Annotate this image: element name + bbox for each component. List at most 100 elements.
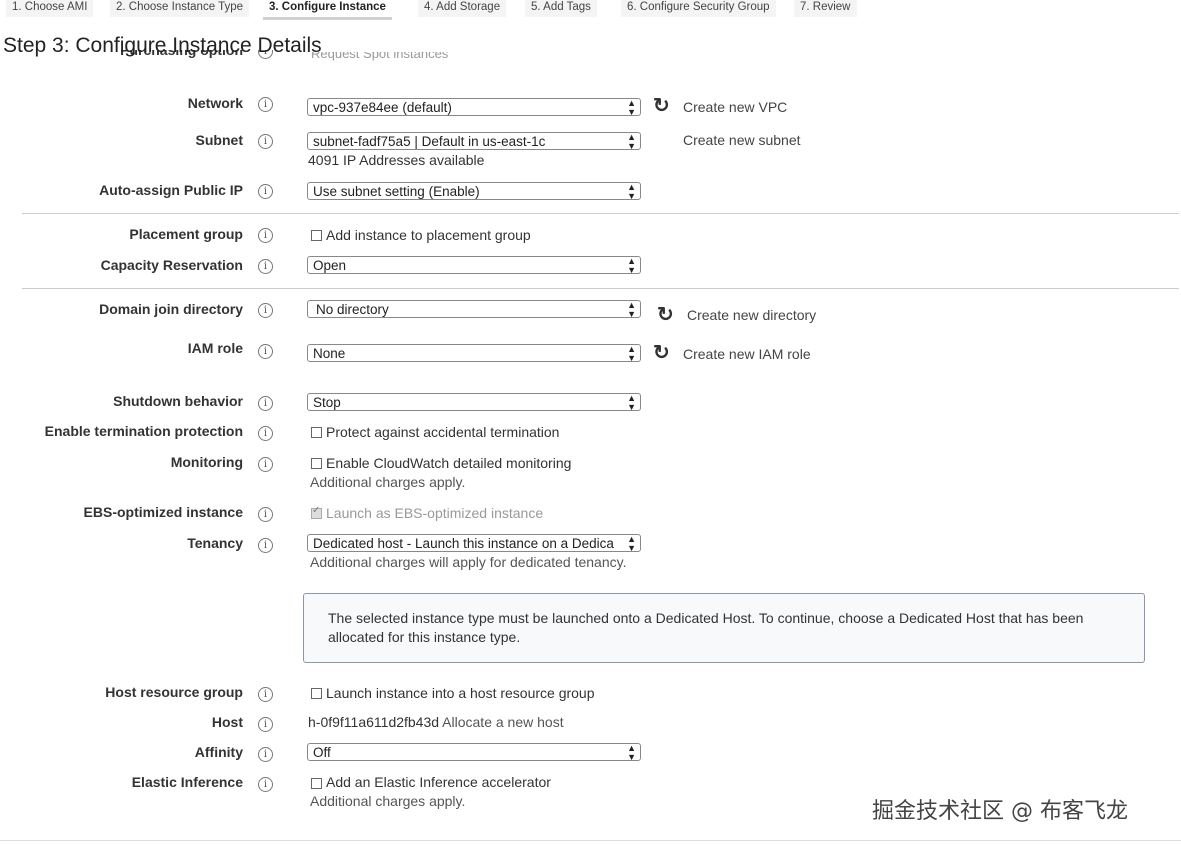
watermark: 掘金技术社区 @ 布客飞龙 bbox=[872, 799, 1128, 824]
info-icon[interactable]: i bbox=[258, 134, 273, 149]
elastic-inference-charges-note: Additional charges apply. bbox=[310, 793, 466, 809]
refresh-icon[interactable]: ↻ bbox=[657, 305, 674, 325]
ebs-optimized-checkbox-label: Launch as EBS-optimized instance bbox=[326, 505, 544, 521]
ebs-optimized-checkbox bbox=[311, 505, 322, 519]
tenancy-charges-note: Additional charges will apply for dedica… bbox=[310, 554, 627, 570]
tab-add-tags[interactable]: 5. Add Tags bbox=[525, 0, 597, 17]
info-icon[interactable]: i bbox=[258, 687, 273, 702]
allocate-new-host-link[interactable]: Allocate a new host bbox=[442, 714, 563, 730]
info-icon[interactable]: i bbox=[258, 507, 273, 522]
shutdown-behavior-select[interactable]: Stop ▲ ▼ bbox=[307, 393, 641, 411]
tab-add-storage[interactable]: 4. Add Storage bbox=[418, 0, 507, 17]
dropdown-arrow-icon: ▲ ▼ bbox=[627, 743, 636, 761]
tenancy-label: Tenancy bbox=[187, 535, 243, 551]
create-new-subnet-link[interactable]: Create new subnet bbox=[683, 132, 801, 148]
capacity-reservation-label: Capacity Reservation bbox=[100, 257, 243, 273]
subnet-select-value: subnet-fadf75a5 | Default in us-east-1c bbox=[313, 134, 546, 149]
affinity-select[interactable]: Off ▲ ▼ bbox=[307, 743, 641, 761]
tab-configure-security-group[interactable]: 6. Configure Security Group bbox=[621, 0, 776, 17]
bottom-divider bbox=[0, 840, 1181, 841]
domain-join-directory-value: No directory bbox=[316, 302, 389, 317]
termination-protection-label: Enable termination protection bbox=[44, 423, 243, 439]
shutdown-behavior-value: Stop bbox=[313, 395, 341, 410]
elastic-inference-checkbox-label: Add an Elastic Inference accelerator bbox=[326, 774, 551, 790]
info-icon[interactable]: i bbox=[258, 457, 273, 472]
shutdown-behavior-label: Shutdown behavior bbox=[113, 393, 243, 409]
info-icon[interactable]: i bbox=[258, 184, 273, 199]
info-icon[interactable]: i bbox=[258, 426, 273, 441]
subnet-ip-available: 4091 IP Addresses available bbox=[308, 152, 485, 168]
network-label: Network bbox=[187, 95, 243, 111]
create-new-directory-link[interactable]: Create new directory bbox=[687, 307, 816, 323]
capacity-reservation-select[interactable]: Open ▲ ▼ bbox=[307, 256, 641, 274]
auto-assign-public-ip-value: Use subnet setting (Enable) bbox=[313, 184, 480, 199]
info-icon[interactable]: i bbox=[258, 777, 273, 792]
placement-group-label: Placement group bbox=[129, 226, 243, 242]
tenancy-value: Dedicated host - Launch this instance on… bbox=[313, 536, 614, 551]
request-spot-checkbox-label: Request Spot instances bbox=[311, 52, 449, 61]
monitoring-checkbox[interactable] bbox=[311, 458, 322, 469]
info-icon[interactable]: i bbox=[258, 717, 273, 732]
network-select-value: vpc-937e84ee (default) bbox=[313, 100, 452, 115]
termination-protection-checkbox[interactable] bbox=[311, 427, 322, 438]
host-resource-group-label: Host resource group bbox=[105, 684, 243, 700]
placement-group-checkbox[interactable] bbox=[311, 230, 322, 241]
tab-review[interactable]: 7. Review bbox=[794, 0, 857, 17]
dropdown-arrow-icon: ▲ ▼ bbox=[627, 393, 636, 411]
host-id: h-0f9f11a611d2fb43d bbox=[308, 714, 440, 730]
wizard-tabs: 1. Choose AMI 2. Choose Instance Type 3.… bbox=[0, 0, 1181, 20]
monitoring-checkbox-label: Enable CloudWatch detailed monitoring bbox=[326, 455, 572, 471]
dropdown-arrow-icon: ▲ ▼ bbox=[627, 256, 636, 274]
create-new-iam-role-link[interactable]: Create new IAM role bbox=[683, 346, 811, 362]
network-select[interactable]: vpc-937e84ee (default) ▲ ▼ bbox=[307, 98, 641, 116]
refresh-icon[interactable]: ↻ bbox=[653, 96, 670, 116]
info-icon[interactable]: i bbox=[258, 303, 273, 318]
info-icon[interactable]: i bbox=[258, 396, 273, 411]
dropdown-arrow-icon: ▲ ▼ bbox=[627, 300, 636, 318]
info-icon[interactable]: i bbox=[258, 97, 273, 112]
dropdown-arrow-icon: ▲ ▼ bbox=[625, 534, 636, 552]
section-divider bbox=[22, 288, 1179, 289]
domain-join-directory-select[interactable]: No directory ▲ ▼ bbox=[307, 300, 641, 318]
placement-group-checkbox-label: Add instance to placement group bbox=[326, 227, 531, 243]
dedicated-host-alert: The selected instance type must be launc… bbox=[303, 593, 1145, 663]
dropdown-arrow-icon: ▲ ▼ bbox=[627, 182, 636, 200]
iam-role-label: IAM role bbox=[187, 340, 243, 356]
subnet-select[interactable]: subnet-fadf75a5 | Default in us-east-1c … bbox=[307, 132, 641, 150]
host-resource-group-checkbox[interactable] bbox=[311, 688, 322, 699]
info-icon[interactable]: i bbox=[258, 747, 273, 762]
section-divider bbox=[22, 213, 1179, 214]
tab-choose-instance-type[interactable]: 2. Choose Instance Type bbox=[110, 0, 250, 17]
info-icon[interactable]: i bbox=[258, 538, 273, 553]
info-icon[interactable]: i bbox=[258, 228, 273, 243]
info-icon[interactable]: i bbox=[258, 344, 273, 359]
host-resource-group-checkbox-label: Launch instance into a host resource gro… bbox=[326, 685, 595, 701]
refresh-icon[interactable]: ↻ bbox=[653, 343, 670, 363]
host-label: Host bbox=[211, 714, 243, 730]
tab-configure-instance[interactable]: 3. Configure Instance bbox=[263, 0, 392, 20]
tab-choose-ami[interactable]: 1. Choose AMI bbox=[6, 0, 94, 17]
elastic-inference-label: Elastic Inference bbox=[131, 774, 243, 790]
affinity-label: Affinity bbox=[194, 744, 243, 760]
dropdown-arrow-icon: ▲ ▼ bbox=[627, 344, 636, 362]
subnet-label: Subnet bbox=[195, 132, 243, 148]
dedicated-host-alert-text: The selected instance type must be launc… bbox=[328, 610, 1084, 645]
affinity-value: Off bbox=[313, 745, 331, 760]
page-title: Step 3: Configure Instance Details bbox=[3, 34, 322, 57]
auto-assign-public-ip-label: Auto-assign Public IP bbox=[99, 182, 243, 198]
monitoring-charges-note: Additional charges apply. bbox=[310, 474, 466, 490]
domain-join-directory-label: Domain join directory bbox=[99, 301, 243, 317]
iam-role-value: None bbox=[313, 346, 346, 361]
auto-assign-public-ip-select[interactable]: Use subnet setting (Enable) ▲ ▼ bbox=[307, 182, 641, 200]
dropdown-arrow-icon: ▲ ▼ bbox=[627, 132, 636, 150]
create-new-vpc-link[interactable]: Create new VPC bbox=[683, 99, 787, 115]
elastic-inference-checkbox[interactable] bbox=[311, 778, 322, 789]
tenancy-select[interactable]: Dedicated host - Launch this instance on… bbox=[307, 534, 641, 552]
monitoring-label: Monitoring bbox=[170, 454, 243, 470]
capacity-reservation-value: Open bbox=[313, 258, 347, 273]
dropdown-arrow-icon: ▲ ▼ bbox=[627, 98, 636, 116]
iam-role-select[interactable]: None ▲ ▼ bbox=[307, 344, 641, 362]
host-value: h-0f9f11a611d2fb43d Allocate a new host bbox=[308, 714, 564, 730]
info-icon[interactable]: i bbox=[258, 259, 273, 274]
termination-protection-checkbox-label: Protect against accidental termination bbox=[326, 424, 560, 440]
